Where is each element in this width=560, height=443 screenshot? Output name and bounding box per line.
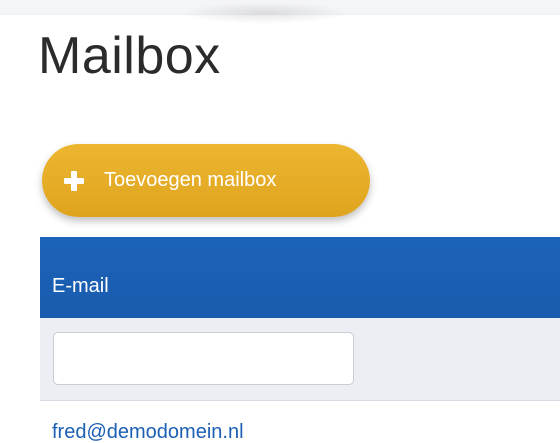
column-header-email[interactable]: E-mail: [52, 275, 109, 298]
filter-row: [40, 318, 560, 401]
email-link[interactable]: fred@demodomein.nl: [52, 421, 244, 443]
page: Mailbox Toevoegen mailbox E-mail fred@de…: [0, 0, 560, 443]
table-header: E-mail: [40, 237, 560, 318]
add-mailbox-button[interactable]: Toevoegen mailbox: [42, 144, 370, 217]
page-title: Mailbox: [38, 27, 221, 85]
mailbox-table: E-mail fred@demodomein.nl: [40, 237, 560, 443]
top-shadow: [180, 2, 350, 24]
table-row: fred@demodomein.nl: [40, 401, 560, 443]
add-mailbox-label: Toevoegen mailbox: [104, 169, 277, 191]
email-filter-input[interactable]: [53, 332, 354, 385]
plus-icon: [64, 170, 84, 191]
